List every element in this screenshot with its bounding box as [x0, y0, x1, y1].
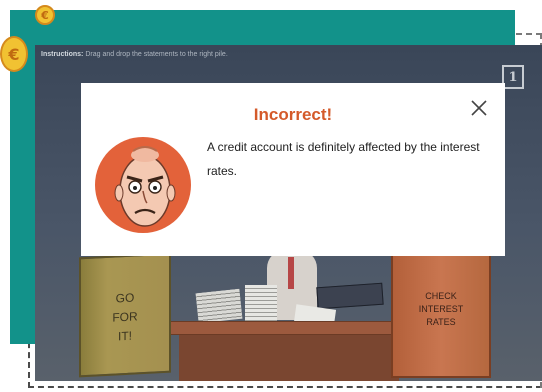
instructions-text: Instructions: Drag and drop the statemen…: [41, 51, 228, 58]
coin-icon: €: [35, 5, 55, 25]
check-interest-rates-pile[interactable]: CHECK INTEREST RATES: [391, 250, 491, 378]
paper-stack: [245, 285, 277, 321]
desk-top: [165, 321, 413, 335]
binder: [316, 282, 384, 310]
coin-large-icon: €: [0, 36, 28, 72]
instructions-body: Drag and drop the statements to the righ…: [85, 51, 228, 58]
paper-stack-left: [195, 288, 243, 324]
hint-button-label: 1: [508, 69, 518, 85]
go-for-it-pile[interactable]: GO FOR IT!: [79, 252, 171, 378]
check-interest-rates-label: CHECK INTEREST RATES: [418, 291, 464, 327]
instructions-label: Instructions:: [41, 51, 84, 58]
feedback-modal: Incorrect! A credit account is definitel…: [81, 83, 505, 256]
hint-button[interactable]: 1: [502, 65, 524, 89]
go-for-it-label: GO FOR IT!: [112, 290, 138, 344]
feedback-title: Incorrect!: [253, 105, 333, 124]
angry-character-avatar-icon: [95, 137, 191, 233]
desk-front: [179, 335, 399, 381]
person-tie: [288, 257, 294, 289]
close-icon[interactable]: [469, 98, 489, 118]
feedback-message: A credit account is definitely affected …: [207, 140, 480, 178]
dashed-outline-top: [516, 33, 542, 35]
